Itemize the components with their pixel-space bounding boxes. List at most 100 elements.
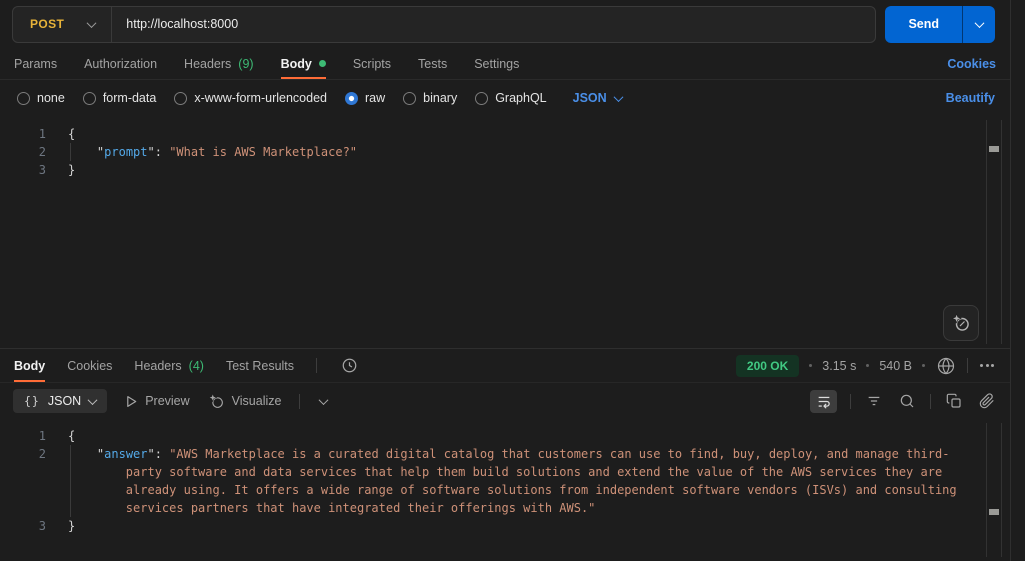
preview-button[interactable]: Preview (125, 394, 190, 408)
line-number: 3 (38, 519, 46, 533)
response-format-selector[interactable]: {} JSON (13, 389, 108, 413)
token-key: prompt (104, 145, 148, 159)
copy-button[interactable] (944, 391, 964, 411)
postbot-icon (951, 313, 969, 331)
search-icon (900, 394, 914, 408)
token-punc: ": (147, 447, 170, 461)
code-text: "prompt": "What is AWS Marketplace?" (68, 143, 1010, 161)
code-line: 2 "answer": "AWS Marketplace is a curated… (0, 445, 1010, 517)
meta-dot (866, 364, 870, 367)
radio-icon (174, 91, 188, 105)
tab-params[interactable]: Params (14, 48, 57, 79)
format-braces-icon: {} (24, 394, 40, 408)
response-tab-test-results[interactable]: Test Results (226, 349, 294, 382)
response-tab-body[interactable]: Body (14, 349, 46, 382)
search-button[interactable] (897, 391, 917, 411)
body-modified-dot (318, 60, 326, 67)
tab-label: Authorization (84, 56, 158, 71)
bodytype-none[interactable]: none (17, 91, 65, 105)
token-punc: ": (147, 145, 170, 159)
response-meta: 200 OK 3.15 s 540 B (735, 354, 996, 377)
tab-tests[interactable]: Tests (418, 48, 447, 79)
method-selector[interactable]: POST (13, 7, 111, 42)
link-icon (979, 393, 994, 409)
filter-icon (868, 396, 880, 406)
method-caret-icon (86, 17, 97, 28)
response-more-button[interactable] (978, 362, 996, 369)
response-headers-count: (4) (188, 358, 204, 373)
token-str: "What is AWS Marketplace?" (169, 145, 358, 159)
request-editor-scrollbar[interactable] (986, 120, 1002, 344)
main-panel: POST Send Params Authorization Headers (9… (0, 0, 1010, 561)
response-editor-scrollbar[interactable] (986, 423, 1002, 557)
bodytype-binary[interactable]: binary (403, 91, 457, 105)
tab-label: Headers (134, 358, 182, 373)
separator (316, 358, 318, 373)
send-button[interactable]: Send (885, 5, 962, 43)
cookies-link[interactable]: Cookies (947, 57, 996, 71)
separator (299, 393, 301, 409)
headers-count: (9) (238, 56, 254, 71)
separator (930, 393, 931, 409)
code-text: } (68, 161, 1010, 179)
request-body-editor[interactable]: 1{2 "prompt": "What is AWS Marketplace?" 3… (0, 116, 1010, 348)
line-number: 1 (38, 127, 46, 141)
raw-language-label: JSON (572, 91, 607, 105)
preview-icon (127, 395, 137, 407)
response-history-button[interactable] (339, 355, 360, 376)
bodytype-form-data[interactable]: form-data (82, 91, 156, 105)
wrap-text-button[interactable] (810, 389, 837, 413)
code-line: 3} (0, 161, 1010, 179)
code-text: { (68, 427, 1010, 445)
tab-settings[interactable]: Settings (474, 48, 519, 79)
meta-dot (809, 364, 813, 367)
visualize-button[interactable]: Visualize (207, 392, 281, 410)
api-client-window: POST Send Params Authorization Headers (9… (0, 0, 1025, 561)
link-button[interactable] (977, 391, 997, 411)
view-options-button[interactable] (318, 394, 329, 407)
token-key: answer (104, 447, 148, 461)
response-tab-cookies[interactable]: Cookies (67, 349, 112, 382)
raw-language-selector[interactable]: JSON (572, 91, 624, 105)
tab-body[interactable]: Body (280, 48, 327, 79)
tab-authorization[interactable]: Authorization (84, 48, 157, 79)
radio-icon (475, 91, 489, 105)
network-info-button[interactable] (935, 355, 957, 377)
response-tab-headers[interactable]: Headers (4) (134, 349, 204, 382)
token-punc: } (68, 163, 76, 177)
response-toolbar: {} JSON Preview Visualize (0, 383, 1010, 419)
line-number: 2 (38, 447, 46, 461)
tab-headers[interactable]: Headers (9) (184, 48, 254, 79)
bodytype-raw[interactable]: raw (345, 91, 385, 105)
response-toolbar-right (810, 389, 997, 413)
tab-scripts[interactable]: Scripts (353, 48, 391, 79)
radio-label: raw (365, 91, 386, 105)
postbot-button[interactable] (943, 305, 979, 341)
radio-icon (17, 91, 30, 105)
code-text: { (68, 125, 1010, 143)
radio-icon (82, 91, 96, 105)
beautify-link[interactable]: Beautify (946, 91, 995, 105)
separator (850, 393, 851, 409)
token-punc: } (68, 519, 76, 533)
scrollbar-thumb[interactable] (989, 146, 999, 152)
send-caret-icon (974, 17, 984, 28)
bodytype-graphql[interactable]: GraphQL (475, 91, 547, 105)
format-label: JSON (47, 394, 82, 408)
code-text: } (68, 517, 1010, 535)
filter-button[interactable] (864, 391, 884, 411)
status-badge: 200 OK (735, 354, 800, 377)
code-text: "answer": "AWS Marketplace is a curated … (68, 445, 1010, 517)
copy-icon (946, 393, 961, 408)
bodytype-urlencoded[interactable]: x-www-form-urlencoded (174, 91, 327, 105)
body-type-row: none form-data x-www-form-urlencoded raw… (0, 80, 1010, 116)
response-body-editor[interactable]: 1{2 "answer": "AWS Marketplace is a curat… (0, 419, 1010, 561)
url-input[interactable] (112, 17, 876, 31)
request-tabs: Params Authorization Headers (9) Body Scr… (0, 48, 1010, 80)
status-globe-icon (937, 357, 955, 374)
send-options-button[interactable] (962, 5, 995, 43)
tab-label: Scripts (352, 56, 392, 71)
tab-label: Test Results (225, 358, 295, 373)
scrollbar-thumb[interactable] (989, 509, 999, 515)
radio-icon (403, 91, 417, 105)
